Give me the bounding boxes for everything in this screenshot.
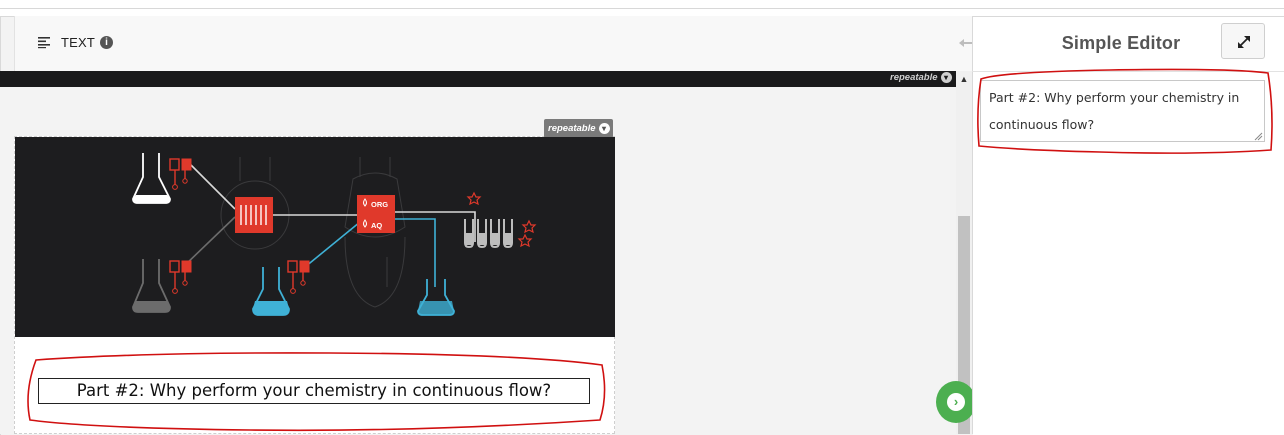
previous-block-strip[interactable] [0, 71, 956, 87]
repeatable-label: repeatable [548, 123, 596, 134]
chevron-right-icon: › [947, 393, 965, 411]
window-top-frame [0, 0, 1284, 9]
headline-text[interactable]: Part #2: Why perform your chemistry in c… [38, 378, 590, 404]
repeatable-tag-top[interactable]: repeatable ▾ [886, 71, 955, 84]
chevron-down-icon[interactable]: ▾ [940, 72, 952, 83]
text-align-icon[interactable] [37, 35, 51, 49]
repeatable-tag-block[interactable]: repeatable ▾ [544, 119, 613, 138]
editor-title: Simple Editor [1061, 33, 1181, 53]
resize-grip-icon[interactable] [1253, 131, 1263, 141]
block-type-label: TEXT [61, 35, 96, 50]
aq-label: AQ [371, 221, 382, 230]
next-button[interactable]: › [936, 381, 976, 423]
expand-icon [1238, 36, 1250, 48]
scroll-up-arrow-icon[interactable]: ▲ [958, 73, 970, 85]
repeatable-label: repeatable [890, 72, 938, 83]
info-icon[interactable]: i [100, 36, 113, 49]
expand-button[interactable] [1221, 23, 1265, 59]
simple-editor-panel [972, 16, 1284, 434]
flow-chemistry-illustration: ORG AQ [15, 137, 615, 337]
org-label: ORG [371, 200, 388, 209]
chevron-down-icon[interactable]: ▾ [598, 123, 610, 134]
editor-header-divider [972, 71, 1284, 72]
headline-textarea[interactable]: Part #2: Why perform your chemistry in c… [980, 80, 1265, 142]
block-toolbar: TEXT i [14, 16, 973, 71]
